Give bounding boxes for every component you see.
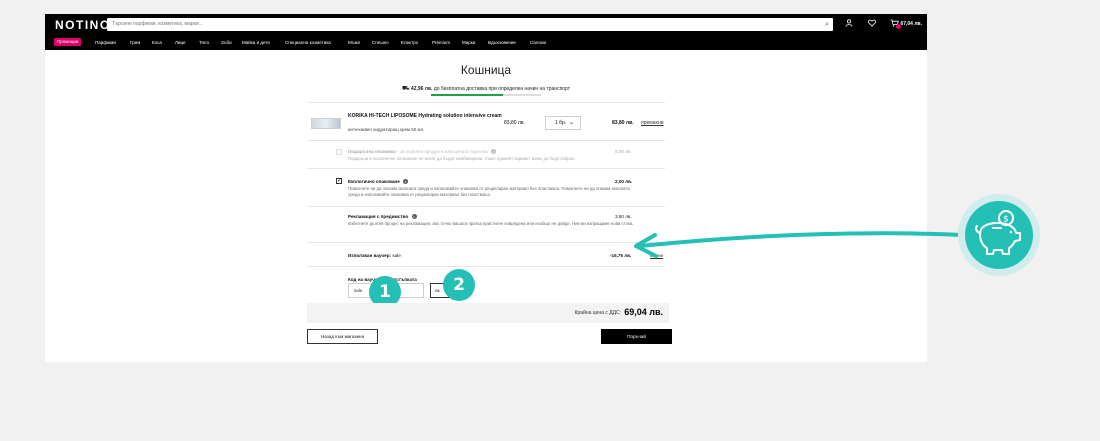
piggy-bank-icon: $ [965,201,1033,269]
annotation-arrow [634,231,964,258]
